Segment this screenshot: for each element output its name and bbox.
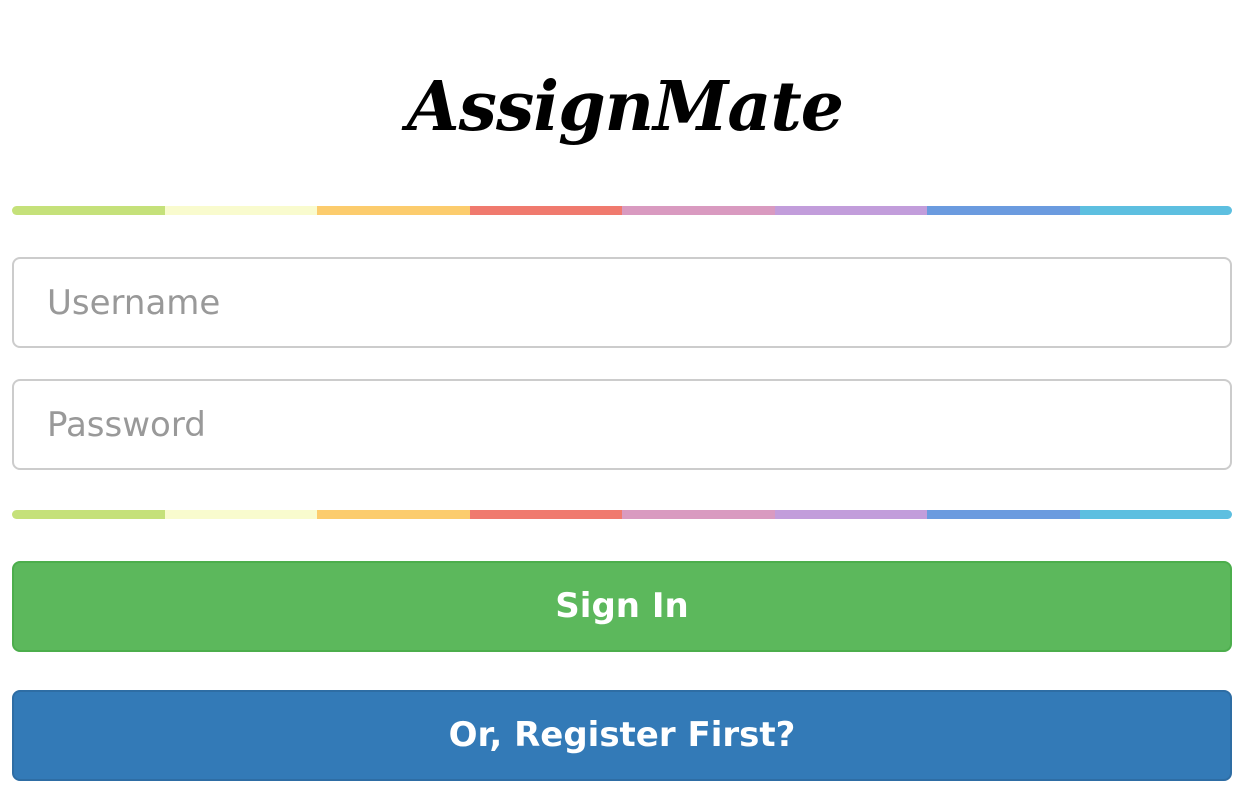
- stripe-segment: [1079, 510, 1232, 519]
- color-stripe-bottom: [12, 510, 1232, 519]
- stripe-segment: [927, 206, 1080, 215]
- stripe-segment: [12, 510, 165, 519]
- stripe-segment: [317, 510, 470, 519]
- stripe-segment: [622, 510, 775, 519]
- app-logo-title: AssignMate: [406, 67, 844, 147]
- stripe-segment: [1079, 206, 1232, 215]
- stripe-segment: [317, 206, 470, 215]
- stripe-segment: [164, 206, 317, 215]
- login-page: AssignMate Sign In Or, Register First?: [0, 0, 1250, 808]
- stripe-segment: [469, 206, 622, 215]
- stripe-segment: [12, 206, 165, 215]
- stripe-segment: [622, 206, 775, 215]
- sign-in-button[interactable]: Sign In: [12, 561, 1232, 652]
- stripe-segment: [774, 206, 927, 215]
- stripe-segment: [774, 510, 927, 519]
- username-input[interactable]: [12, 257, 1232, 348]
- color-stripe-top: [12, 206, 1232, 215]
- register-button[interactable]: Or, Register First?: [12, 690, 1232, 781]
- stripe-segment: [927, 510, 1080, 519]
- stripe-segment: [164, 510, 317, 519]
- stripe-segment: [469, 510, 622, 519]
- password-input[interactable]: [12, 379, 1232, 470]
